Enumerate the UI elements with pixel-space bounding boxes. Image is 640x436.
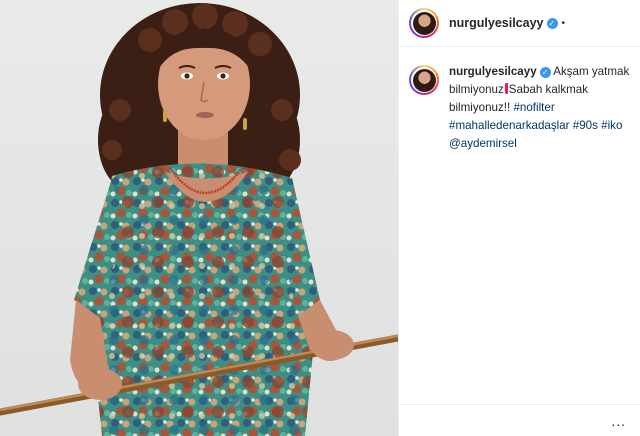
avatar-image (412, 68, 436, 92)
caption-avatar[interactable] (409, 65, 439, 95)
exclamation-emoji-icon (504, 83, 508, 94)
post-footer: ... (399, 404, 640, 436)
avatar-image (412, 11, 436, 35)
hashtag-link[interactable]: #iko (601, 119, 622, 132)
post-side-panel: nurgulyesilcayy ✓ • nurgulyesilcayy ✓ Akş… (398, 0, 640, 436)
hashtag-link[interactable]: #nofilter (513, 101, 554, 114)
author-avatar[interactable] (409, 8, 439, 38)
author-username[interactable]: nurgulyesilcayy (449, 16, 544, 30)
verified-badge-icon: ✓ (539, 67, 551, 78)
caption-username[interactable]: nurgulyesilcayy (449, 65, 537, 78)
post-photo-illustration (0, 3, 398, 436)
caption-text: nurgulyesilcayy ✓ Akşam yatmak bilmiyonuz… (449, 63, 630, 153)
instagram-post: nurgulyesilcayy ✓ • nurgulyesilcayy ✓ Akş… (0, 0, 640, 436)
verified-badge-icon: ✓ (546, 17, 558, 29)
mention-link[interactable]: @aydemirsel (449, 137, 517, 150)
more-options-icon[interactable]: ... (611, 413, 626, 429)
caption-comment: nurgulyesilcayy ✓ Akşam yatmak bilmiyonuz… (399, 47, 640, 153)
hashtag-link[interactable]: #90s (573, 119, 598, 132)
post-header: nurgulyesilcayy ✓ • (399, 0, 640, 47)
header-separator: • (561, 17, 566, 29)
post-photo[interactable] (0, 0, 398, 436)
hashtag-link[interactable]: #mahalledenarkadaşlar (449, 119, 570, 132)
